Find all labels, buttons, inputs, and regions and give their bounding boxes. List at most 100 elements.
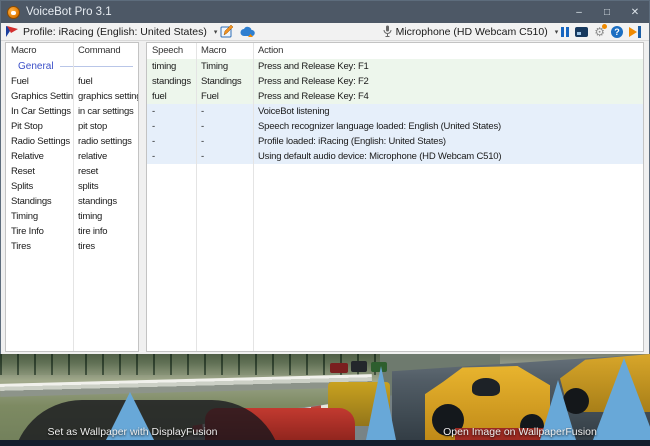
macro-row[interactable]: Standingsstandings — [6, 194, 138, 209]
cloud-share-button[interactable] — [237, 24, 259, 40]
catch-fence — [0, 354, 380, 375]
command-cell: fuel — [73, 74, 138, 89]
log-row-recognized[interactable]: fuelFuelPress and Release Key: F4 — [147, 89, 643, 104]
command-cell: standings — [73, 194, 138, 209]
macro-row[interactable]: Tirestires — [6, 239, 138, 254]
main-area: Macro Command General Fuelfuel Graphics … — [1, 41, 649, 355]
maximize-button[interactable]: □ — [593, 1, 621, 23]
set-wallpaper-button[interactable]: Set as Wallpaper with DisplayFusion — [25, 425, 240, 439]
gear-icon: ⚙ — [594, 26, 605, 38]
log-row-status[interactable]: --Speech recognizer language loaded: Eng… — [147, 119, 643, 134]
macro-cell: Graphics Settings — [6, 89, 73, 104]
log-table-header: Speech Macro Action — [147, 43, 643, 59]
macro-cell: Pit Stop — [6, 119, 73, 134]
column-header-command[interactable]: Command — [73, 43, 138, 59]
macro-cell: Fuel — [196, 89, 253, 104]
log-window-button[interactable] — [572, 24, 591, 40]
macro-row[interactable]: Graphics Settingsgraphics settings — [6, 89, 138, 104]
macro-row[interactable]: Relativerelative — [6, 149, 138, 164]
microphone-dropdown[interactable]: Microphone (HD Webcam C510) ▾ — [383, 25, 559, 38]
command-cell: pit stop — [73, 119, 138, 134]
settings-button[interactable]: ⚙ — [591, 24, 608, 40]
exit-button[interactable] — [626, 24, 644, 40]
speech-cell: fuel — [147, 89, 196, 104]
macro-row[interactable]: In Car Settingsin car settings — [6, 104, 138, 119]
distant-car — [330, 363, 348, 373]
action-cell: Speech recognizer language loaded: Engli… — [253, 119, 643, 134]
profile-dropdown[interactable]: Profile: iRacing (English: United States… — [6, 26, 217, 38]
titlebar[interactable]: VoiceBot Pro 3.1 – □ ✕ — [1, 1, 649, 23]
panel-splitter[interactable] — [139, 42, 146, 352]
microphone-label: Microphone (HD Webcam C510) — [396, 26, 548, 38]
column-divider — [253, 43, 254, 351]
distant-car — [371, 362, 387, 372]
distant-car — [351, 361, 367, 372]
macro-row[interactable]: Timingtiming — [6, 209, 138, 224]
column-header-action[interactable]: Action — [253, 43, 643, 59]
open-image-button[interactable]: Open Image on WallpaperFusion — [415, 425, 625, 439]
pause-listening-button[interactable] — [558, 24, 572, 40]
command-cell: relative — [73, 149, 138, 164]
speech-cell: - — [147, 149, 196, 164]
log-row-status[interactable]: --Using default audio device: Microphone… — [147, 149, 643, 164]
macro-cell: Tire Info — [6, 224, 73, 239]
command-cell: radio settings — [73, 134, 138, 149]
pencil-icon — [220, 25, 234, 38]
command-cell: tires — [73, 239, 138, 254]
macro-cell: - — [196, 104, 253, 119]
macro-row[interactable]: Resetreset — [6, 164, 138, 179]
macro-cell: - — [196, 134, 253, 149]
help-button[interactable]: ? — [608, 24, 626, 40]
log-row-status[interactable]: --Profile loaded: iRacing (English: Unit… — [147, 134, 643, 149]
macro-cell: Reset — [6, 164, 73, 179]
microphone-icon — [383, 25, 392, 38]
action-cell: Using default audio device: Microphone (… — [253, 149, 643, 164]
toolbar: Profile: iRacing (English: United States… — [1, 23, 649, 41]
taskbar-strip[interactable] — [0, 440, 650, 446]
macro-cell: Fuel — [6, 74, 73, 89]
group-header-general[interactable]: General — [6, 59, 138, 74]
voicebot-window: VoiceBot Pro 3.1 – □ ✕ Profile: iRacing … — [0, 0, 650, 354]
action-cell: Press and Release Key: F1 — [253, 59, 643, 74]
column-divider — [73, 43, 74, 351]
log-row-recognized[interactable]: standingsStandingsPress and Release Key:… — [147, 74, 643, 89]
log-row-recognized[interactable]: timingTimingPress and Release Key: F1 — [147, 59, 643, 74]
macro-cell: Standings — [196, 74, 253, 89]
action-cell: Press and Release Key: F2 — [253, 74, 643, 89]
close-button[interactable]: ✕ — [621, 1, 649, 23]
window-controls: – □ ✕ — [565, 1, 649, 23]
macro-row[interactable]: Splitssplits — [6, 179, 138, 194]
macro-cell: Timing — [6, 209, 73, 224]
pause-icon — [561, 27, 569, 37]
action-cell: VoiceBot listening — [253, 104, 643, 119]
profile-flag-icon — [6, 26, 19, 38]
voicebot-logo-icon — [7, 6, 20, 19]
macro-row[interactable]: Tire Infotire info — [6, 224, 138, 239]
macro-cell: Timing — [196, 59, 253, 74]
window-title: VoiceBot Pro 3.1 — [26, 6, 112, 18]
speech-cell: standings — [147, 74, 196, 89]
command-cell: in car settings — [73, 104, 138, 119]
macro-cell: - — [196, 149, 253, 164]
column-header-macro[interactable]: Macro — [196, 43, 253, 59]
car-cockpit — [472, 378, 500, 396]
command-cell: timing — [73, 209, 138, 224]
command-cell: reset — [73, 164, 138, 179]
speech-cell: timing — [147, 59, 196, 74]
log-row-status[interactable]: --VoiceBot listening — [147, 104, 643, 119]
macro-row[interactable]: Radio Settingsradio settings — [6, 134, 138, 149]
edit-profile-button[interactable] — [217, 24, 237, 40]
macro-cell: Relative — [6, 149, 73, 164]
column-header-speech[interactable]: Speech — [147, 43, 196, 59]
macro-table-header: Macro Command — [6, 43, 138, 59]
column-header-macro[interactable]: Macro — [6, 43, 73, 59]
action-cell: Press and Release Key: F4 — [253, 89, 643, 104]
minimize-button[interactable]: – — [565, 1, 593, 23]
profile-label: Profile: iRacing (English: United States… — [23, 26, 207, 38]
exit-door-icon — [629, 26, 641, 38]
macro-row[interactable]: Fuelfuel — [6, 74, 138, 89]
speech-cell: - — [147, 134, 196, 149]
macro-row[interactable]: Pit Stoppit stop — [6, 119, 138, 134]
macro-cell: In Car Settings — [6, 104, 73, 119]
desktop-wallpaper: Set as Wallpaper with DisplayFusion Open… — [0, 354, 650, 440]
